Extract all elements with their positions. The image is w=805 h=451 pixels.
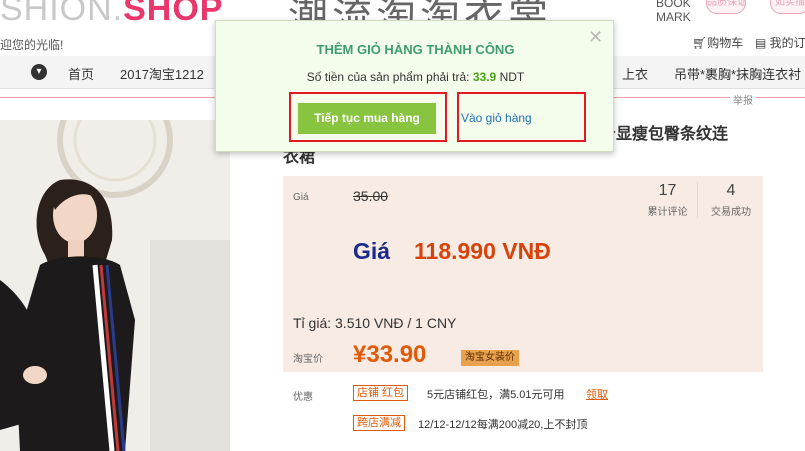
report-link[interactable]: 举报 <box>730 92 756 107</box>
nav-item-home[interactable]: 首页 <box>68 64 94 83</box>
taobao-price: ¥33.90 <box>353 341 427 368</box>
promo-claim-link[interactable]: 领取 <box>586 386 608 402</box>
promo-text: 5元店铺红包，满5.01元可用 <box>427 389 565 401</box>
close-icon[interactable]: ✕ <box>588 27 603 48</box>
reviews-stat[interactable]: 17 累计评论 <box>638 182 698 218</box>
header-orders-link[interactable]: ▤ 我的订 <box>755 34 805 51</box>
exchange-rate: Tỉ giá: 3.510 VNĐ / 1 CNY <box>293 315 457 331</box>
header-cart-label: 购物车 <box>707 36 744 50</box>
highlight-cart-link <box>457 92 586 142</box>
site-logo[interactable]: SHION.SHOP <box>0 0 223 29</box>
modal-message-prefix: Số tiền của sản phẩm phải trả: <box>306 70 470 84</box>
nav-item-tops[interactable]: 上衣 <box>622 64 648 83</box>
document-icon: ▤ <box>755 36 770 50</box>
promo-label: 优惠 <box>293 392 313 403</box>
taobao-price-badge: 淘宝女装价 <box>461 350 519 366</box>
reviews-label: 累计评论 <box>647 207 688 218</box>
header-cart-link[interactable]: 🛒︎购物车 <box>692 34 743 51</box>
reviews-count: 17 <box>658 182 677 199</box>
transactions-count: 4 <box>726 182 736 199</box>
bookmark-line1: BOOK <box>656 0 691 10</box>
promo-tag: 店铺 红包 <box>353 385 409 401</box>
vnd-price-label: Giá <box>353 238 391 264</box>
logo-text-faded: SHION. <box>0 0 124 28</box>
modal-message: Số tiền của sản phẩm phải trả: 33.9 NDT <box>216 70 615 84</box>
promo-row: 优惠 店铺 红包 5元店铺红包，满5.01元可用 领取 <box>283 380 763 410</box>
modal-title: THÊM GIỎ HÀNG THÀNH CÔNG <box>316 42 515 57</box>
quality-guarantee-icon[interactable]: 品质保证 <box>706 0 746 14</box>
modal-amount: 33.9 <box>472 70 497 84</box>
product-title-line1: 身显瘦包臀条纹连 <box>600 126 729 143</box>
chevron-down-icon[interactable]: ▾ <box>31 64 47 80</box>
promo-tag: 跨店满减 <box>353 415 405 431</box>
modal-currency: NDT <box>499 70 525 84</box>
nav-item-camisole-dresses[interactable]: 吊带*裹胸*抹胸连衣衬 <box>674 64 801 83</box>
price-label: Giá <box>293 192 309 203</box>
welcome-slogan: 迎您的光临! <box>0 38 64 52</box>
accurate-description-icon[interactable]: 如实描 <box>770 0 805 14</box>
product-photo-illustration <box>0 120 230 451</box>
promo-row: 跨店满减 12/12-12/12每满200减20,上不封顶 <box>283 410 763 440</box>
highlight-continue-button <box>289 92 447 142</box>
original-price: 35.00 <box>353 188 389 204</box>
product-photo[interactable] <box>0 120 230 451</box>
price-box: Giá 35.00 17 累计评论 4 交易成功 Giá 118.990 VNĐ… <box>283 176 763 372</box>
vnd-price-value: 118.990 VNĐ <box>414 238 551 264</box>
header-orders-label: 我的订 <box>769 36 805 50</box>
bookmark-line2: MARK <box>656 10 691 24</box>
transactions-label: 交易成功 <box>711 207 751 218</box>
logo-text-brand: SHOP <box>123 0 224 28</box>
cart-icon: 🛒︎ <box>692 36 708 50</box>
transactions-stat: 4 交易成功 <box>701 182 761 218</box>
promo-text: 12/12-12/12每满200减20,上不封顶 <box>418 419 588 431</box>
page: SHION.SHOP 迎您的光临! 潮流淘淘衣裳 BOOK MARK 品质保证 … <box>0 0 805 451</box>
nav-item-taobao1212[interactable]: 2017淘宝1212 <box>120 64 204 83</box>
bookmark-link[interactable]: BOOK MARK <box>656 0 691 24</box>
taobao-price-label: 淘宝价 <box>293 354 323 365</box>
